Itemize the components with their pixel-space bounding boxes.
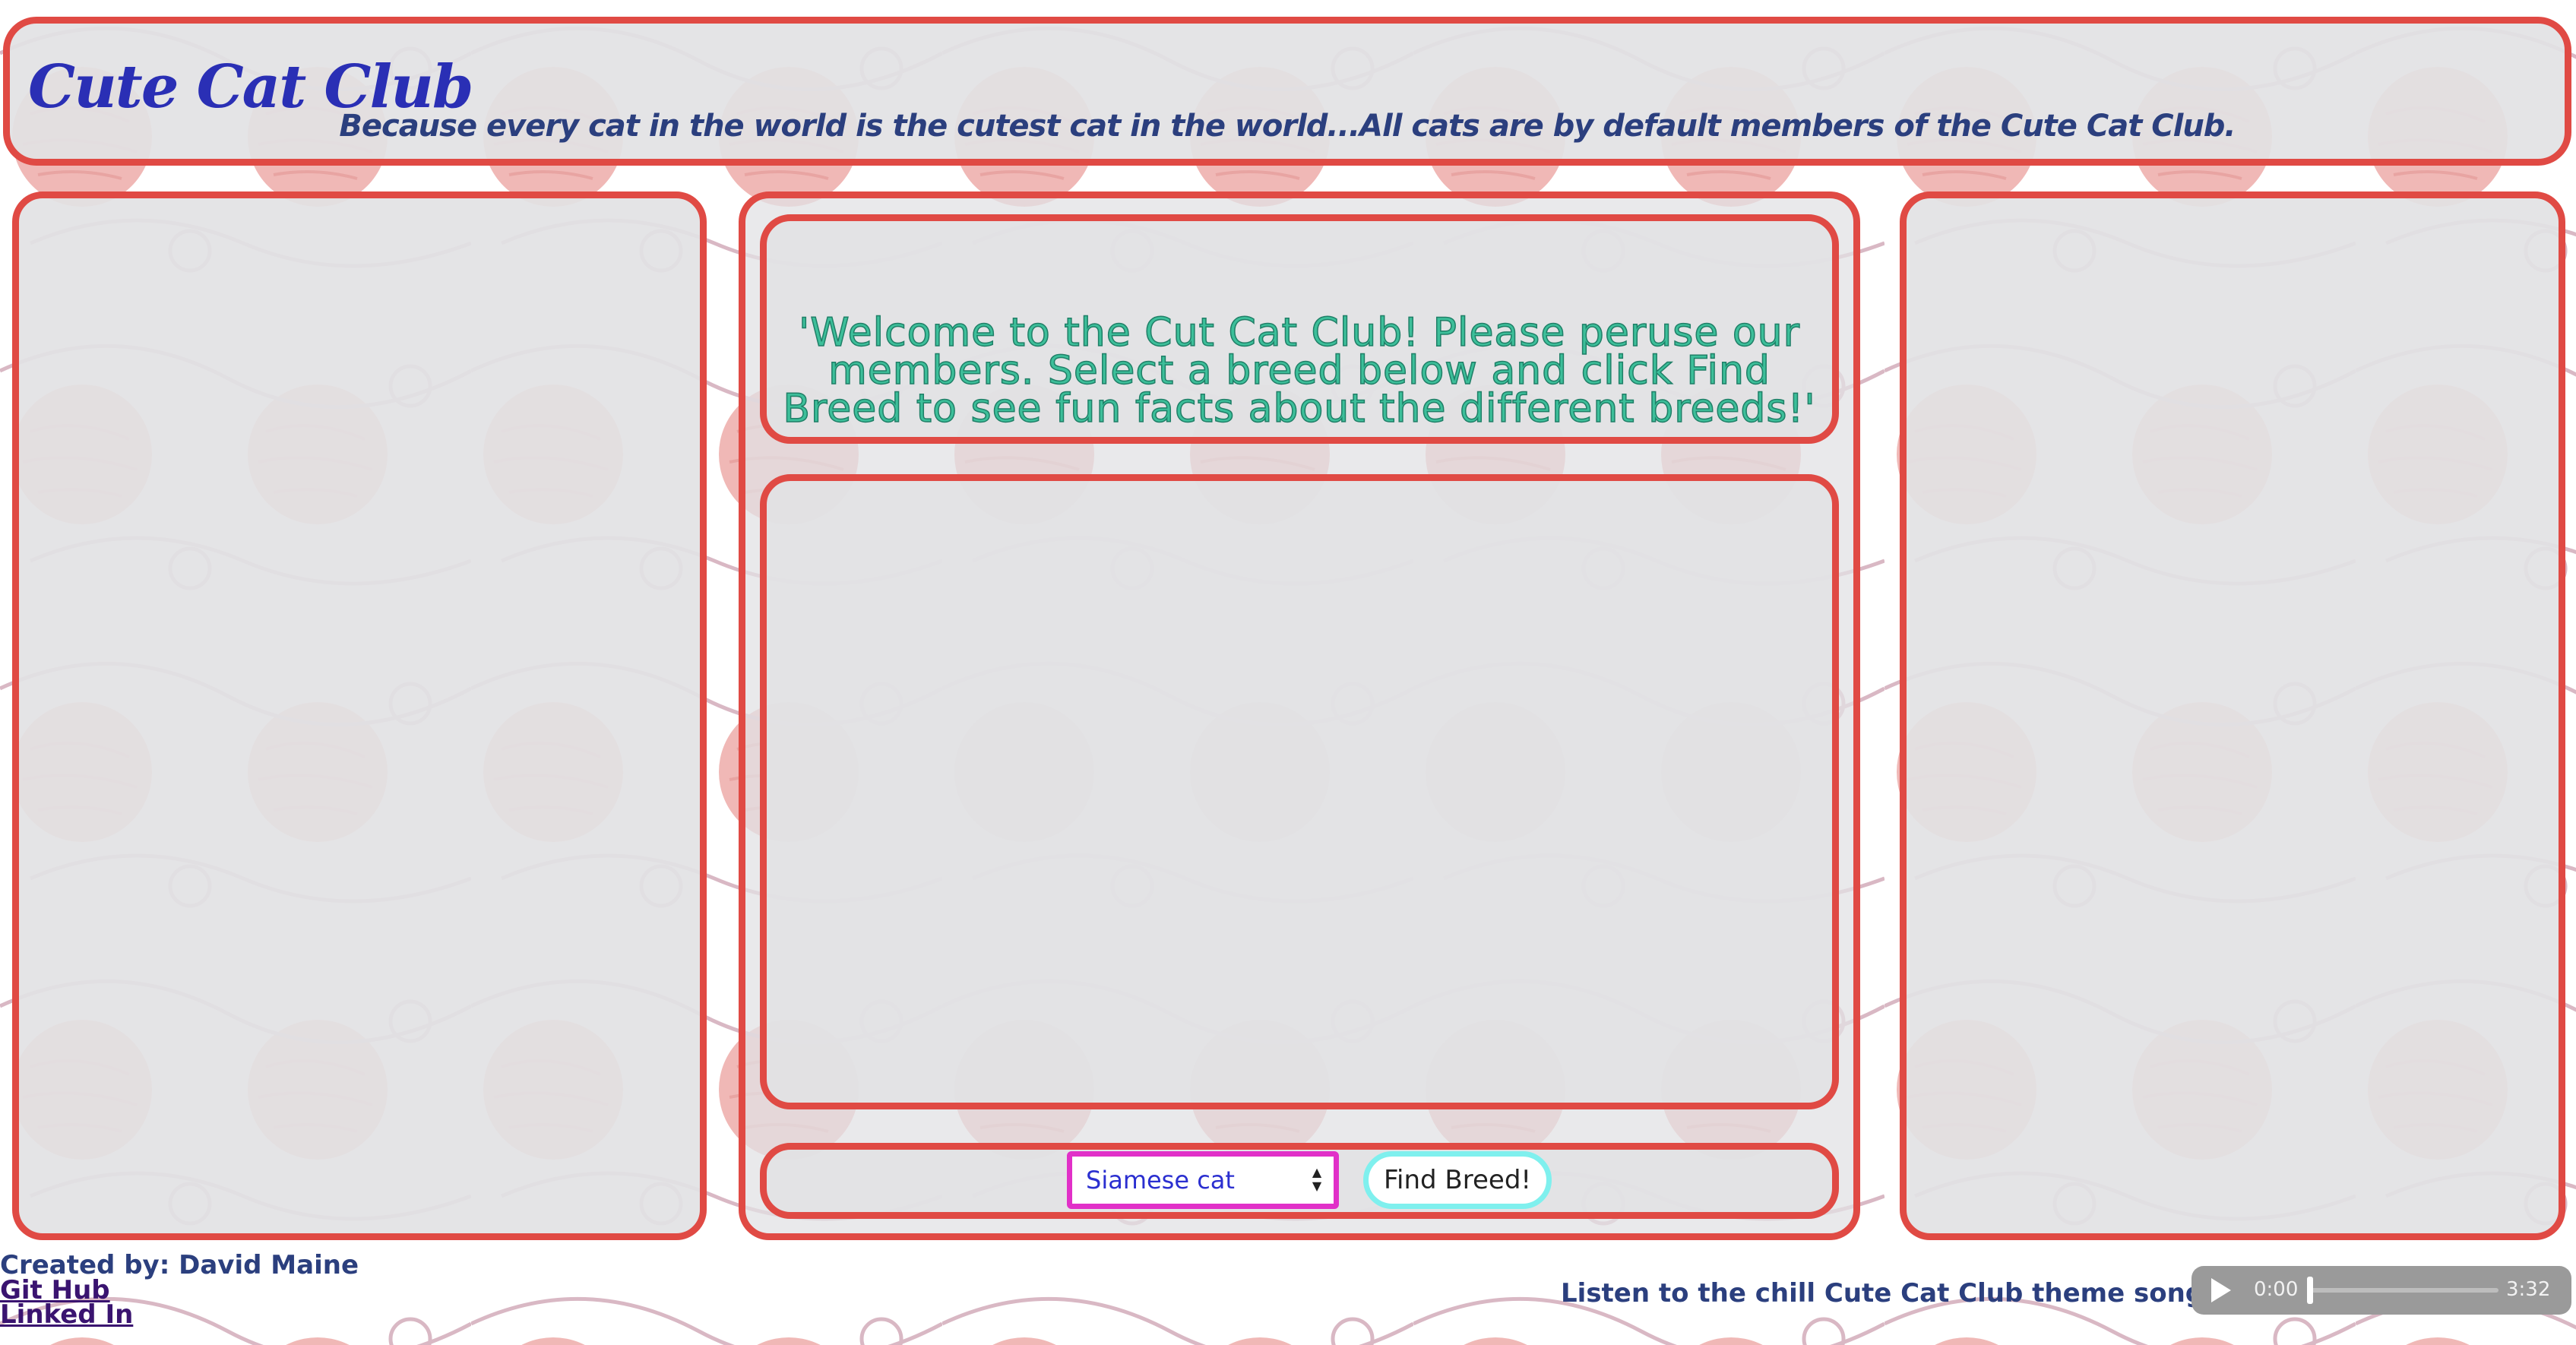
audio-progress-track[interactable]	[2309, 1288, 2498, 1293]
audio-current-time: 0:00	[2254, 1278, 2299, 1301]
breed-display-area	[760, 474, 1839, 1109]
audio-progress-thumb[interactable]	[2307, 1277, 2313, 1304]
site-tagline: Because every cat in the world is the cu…	[339, 109, 2236, 144]
welcome-box: 'Welcome to the Cut Cat Club! Please per…	[760, 214, 1839, 444]
creator-credit: Created by: David Maine	[0, 1250, 359, 1280]
updown-arrows-icon: ▲ ▼	[1312, 1165, 1322, 1193]
site-header: Cute Cat Club Because every cat in the w…	[3, 17, 2571, 166]
right-column-panel	[1900, 191, 2565, 1240]
linkedin-link[interactable]: Linked In	[0, 1302, 133, 1328]
audio-duration: 3:32	[2506, 1278, 2551, 1301]
welcome-message: 'Welcome to the Cut Cat Club! Please per…	[783, 310, 1816, 432]
find-breed-button[interactable]: Find Breed!	[1363, 1151, 1552, 1209]
breed-select[interactable]: Siamese cat ▲ ▼	[1067, 1151, 1339, 1209]
left-column-panel	[12, 191, 707, 1240]
audio-player[interactable]: 0:00 3:32	[2191, 1266, 2571, 1315]
breed-select-value: Siamese cat	[1086, 1166, 1235, 1195]
play-icon[interactable]	[2211, 1278, 2231, 1302]
theme-song-prompt: Listen to the chill Cute Cat Club theme …	[1561, 1278, 2268, 1309]
